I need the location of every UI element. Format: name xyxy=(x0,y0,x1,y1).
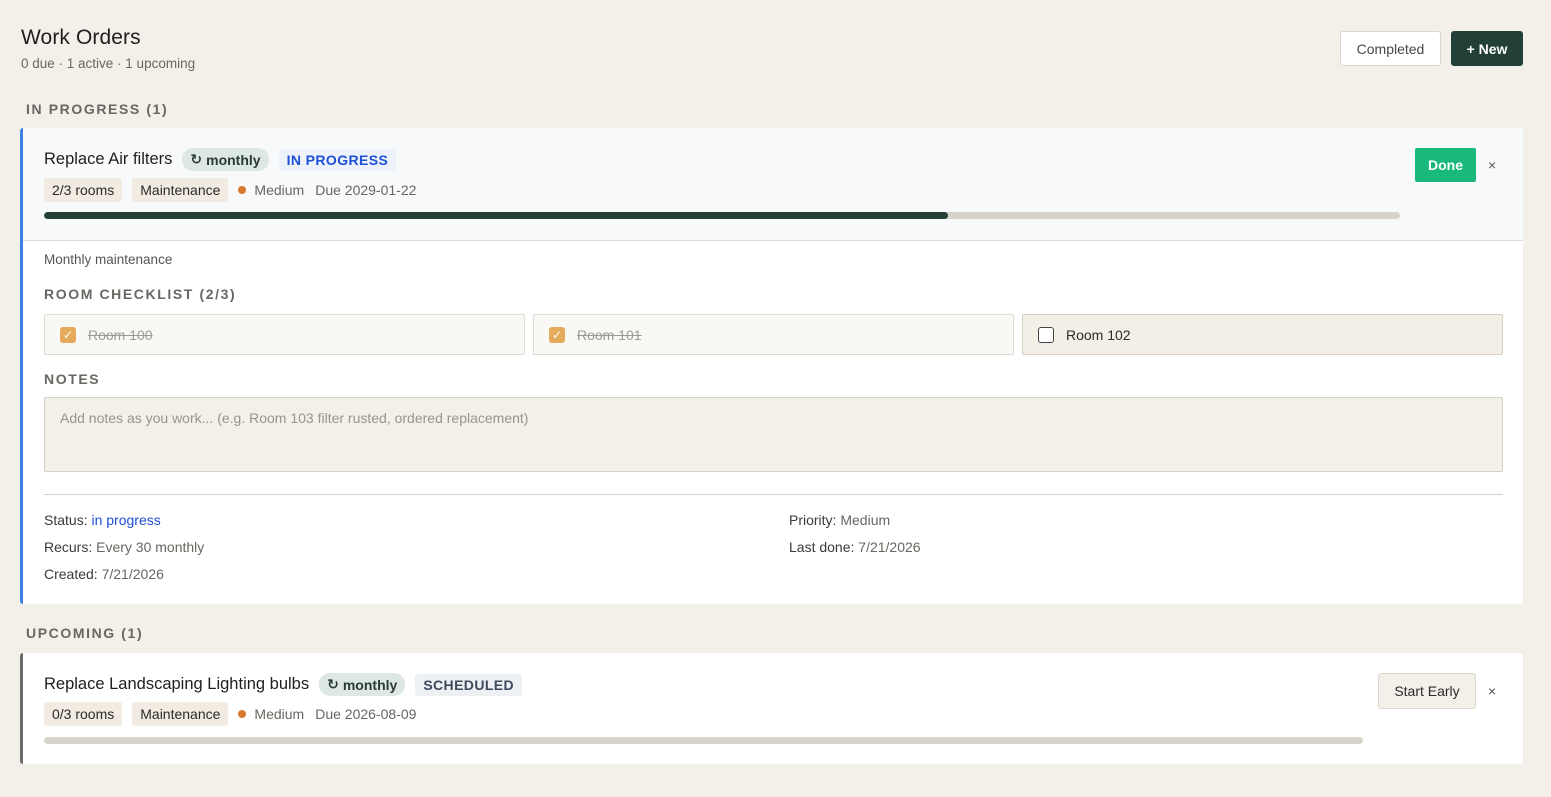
room-checklist-label: ROOM CHECKLIST (2/3) xyxy=(44,286,237,302)
detail-priority: Priority: Medium xyxy=(789,512,891,528)
rooms-chip: 0/3 rooms xyxy=(44,702,123,726)
recur-icon: ↻ xyxy=(190,151,203,167)
rooms-chip: 2/3 rooms xyxy=(44,178,123,202)
detail-recurs: Recurs: Every 30 monthly xyxy=(44,539,205,555)
detail-status: Status: in progress xyxy=(44,512,161,528)
progress-fill xyxy=(44,212,949,219)
priority-label: Medium xyxy=(254,182,305,198)
detail-last-done: Last done: 7/21/2026 xyxy=(789,539,921,555)
start-early-button[interactable]: Start Early xyxy=(1378,673,1476,709)
work-order-card-upcoming[interactable]: Replace Landscaping Lighting bulbs ↻ mon… xyxy=(20,653,1523,764)
priority-dot-icon xyxy=(238,710,247,718)
recurrence-badge: ↻ monthly xyxy=(319,673,406,696)
due-date: Due 2026-08-09 xyxy=(315,706,417,722)
priority-label: Medium xyxy=(254,706,305,722)
due-date: Due 2029-01-22 xyxy=(315,182,417,198)
page-subtitle: 0 due · 1 active · 1 upcoming xyxy=(21,56,196,71)
status-badge: SCHEDULED xyxy=(415,673,523,696)
section-upcoming-label: UPCOMING (1) xyxy=(26,625,144,641)
work-order-title: Replace Landscaping Lighting bulbs xyxy=(44,675,310,693)
page-header: Work Orders 0 due · 1 active · 1 upcomin… xyxy=(21,26,195,71)
work-order-title: Replace Air filters xyxy=(44,150,173,168)
page-title: Work Orders xyxy=(21,26,141,49)
close-icon[interactable]: × xyxy=(1488,157,1496,173)
notes-label: NOTES xyxy=(44,371,101,387)
checkbox-checked-icon[interactable]: ✓ xyxy=(549,326,565,343)
new-work-order-button[interactable]: + New xyxy=(1451,31,1523,66)
work-order-card-active: Replace Air filters ↻ monthly IN PROGRES… xyxy=(20,128,1523,604)
checkbox-unchecked-icon[interactable] xyxy=(1038,326,1054,343)
divider xyxy=(44,494,1503,495)
section-in-progress-label: IN PROGRESS (1) xyxy=(26,101,169,117)
close-icon[interactable]: × xyxy=(1488,683,1496,699)
checkbox-checked-icon[interactable]: ✓ xyxy=(60,326,76,343)
done-button[interactable]: Done xyxy=(1415,148,1476,182)
progress-bar xyxy=(44,737,1363,744)
recurrence-label: monthly xyxy=(342,676,398,693)
completed-button[interactable]: Completed xyxy=(1340,31,1441,66)
detail-created: Created: 7/21/2026 xyxy=(44,566,164,582)
room-label: Room 100 xyxy=(88,326,153,343)
status-badge: IN PROGRESS xyxy=(278,148,397,171)
notes-input[interactable] xyxy=(44,397,1503,472)
category-chip: Maintenance xyxy=(132,702,229,726)
recurrence-badge: ↻ monthly xyxy=(182,148,269,171)
room-checklist-item[interactable]: ✓ Room 100 xyxy=(44,314,525,355)
work-order-description: Monthly maintenance xyxy=(44,252,173,267)
room-label: Room 101 xyxy=(577,326,642,343)
room-checklist-item[interactable]: ✓ Room 101 xyxy=(533,314,1014,355)
recurrence-label: monthly xyxy=(206,151,261,168)
recur-icon: ↻ xyxy=(327,676,339,692)
category-chip: Maintenance xyxy=(132,178,229,202)
priority-dot-icon xyxy=(238,186,247,194)
card-header[interactable]: Replace Air filters ↻ monthly IN PROGRES… xyxy=(23,128,1523,241)
room-label: Room 102 xyxy=(1066,326,1131,343)
room-checklist-item[interactable]: Room 102 xyxy=(1022,314,1503,355)
progress-bar xyxy=(44,212,1400,219)
